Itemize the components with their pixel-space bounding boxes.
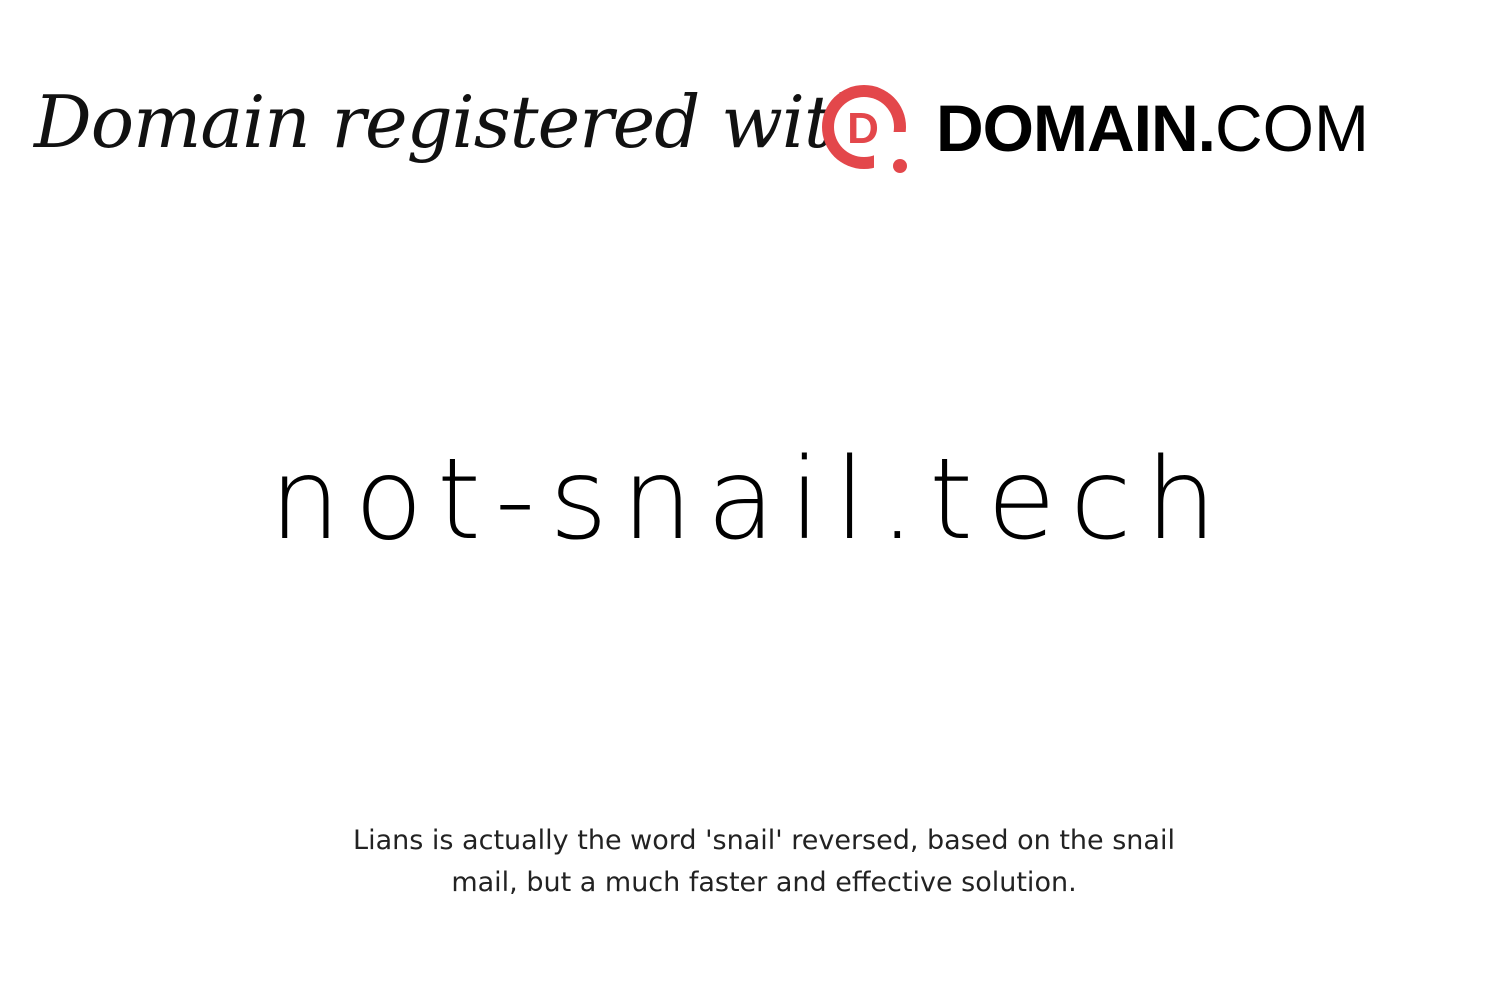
domain-name: not-snail.tech: [269, 435, 1231, 565]
logo-letter: D: [847, 104, 879, 153]
tagline: Domain registered with: [34, 80, 878, 164]
brand-name-bold: DOMAIN.: [936, 91, 1216, 165]
brand-name: DOMAIN.COM: [936, 80, 1369, 176]
brand-logo: D DOMAIN.COM: [816, 80, 1369, 176]
header: Domain registered with D DOMAIN.COM: [0, 0, 1500, 220]
description: Lians is actually the word 'snail' rever…: [353, 825, 1175, 898]
brand-name-light: COM: [1214, 91, 1369, 165]
domain-com-logo-icon: D: [822, 85, 912, 173]
